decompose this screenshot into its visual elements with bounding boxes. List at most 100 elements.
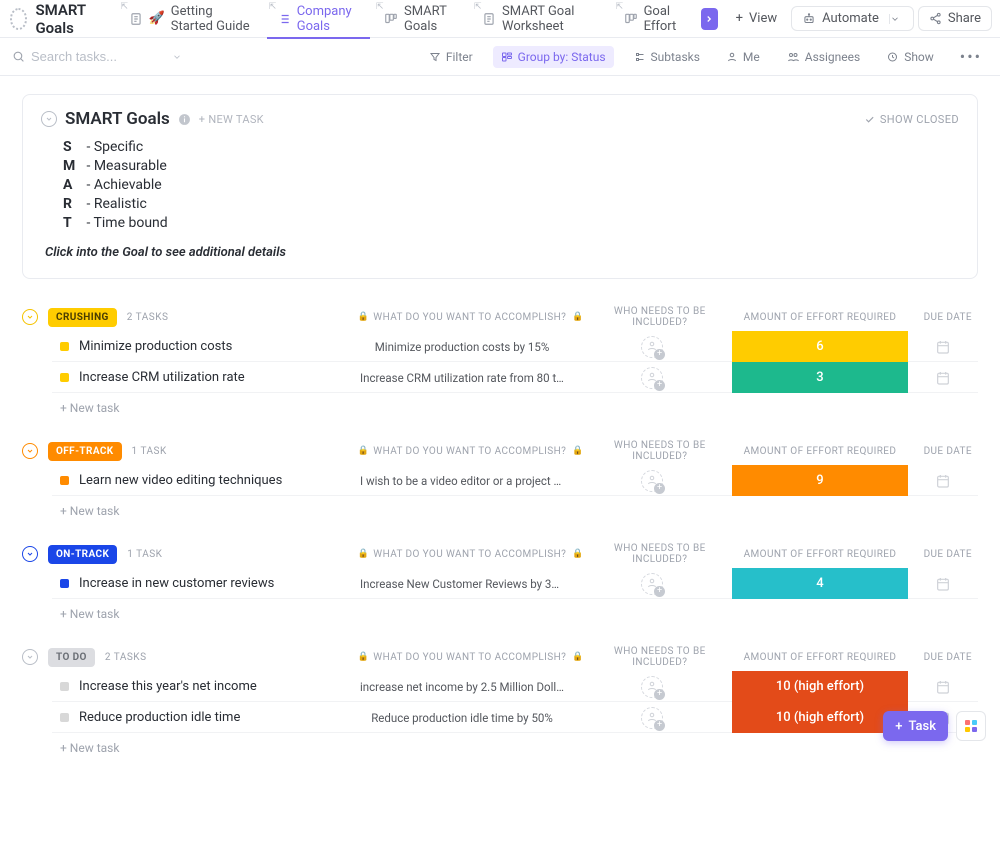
hub-icon [10,8,27,30]
tabs-overflow-button[interactable] [701,8,717,30]
label: Filter [446,50,473,64]
status-square-icon [60,373,69,382]
calendar-icon[interactable] [935,370,951,386]
effort-cell[interactable]: 10 (high effort) [732,702,908,733]
status-pill[interactable]: OFF-TRACK [48,442,122,461]
label: Subtasks [651,50,700,64]
add-task-button[interactable]: + New task [52,496,978,518]
show-closed-button[interactable]: SHOW CLOSED [864,113,959,126]
lock-icon: 🔒 [358,549,370,559]
lock-icon: 🔒 [358,312,370,322]
tab-goal-effort[interactable]: ⇱ Goal Effort [614,0,696,38]
lock-icon: 🔒 [572,446,584,456]
status-pill[interactable]: TO DO [48,648,95,667]
apps-fab[interactable] [956,711,986,741]
search-dropdown[interactable] [172,52,182,62]
task-name: Reduce production idle time [79,710,240,725]
tab-company-goals[interactable]: ⇱ Company Goals [267,0,370,38]
info-icon[interactable] [178,113,191,126]
pin-icon: ⇱ [121,2,129,12]
collapse-group-button[interactable] [22,309,38,325]
plus-icon: + [895,719,902,734]
new-task-fab[interactable]: + Task [883,711,948,741]
task-name: Increase CRM utilization rate [79,370,245,385]
task-row[interactable]: Increase in new customer reviews Increas… [52,568,978,599]
status-square-icon [60,342,69,351]
collapse-group-button[interactable] [22,546,38,562]
collapse-group-button[interactable] [22,443,38,459]
add-assignee-button[interactable] [641,470,663,492]
task-row[interactable]: Minimize production costs Minimize produ… [52,331,978,362]
group-ontrack: ON-TRACK 1 TASK 🔒WHAT DO YOU WANT TO ACC… [22,540,978,621]
label: Show [904,50,934,64]
add-assignee-button[interactable] [641,336,663,358]
pin-icon: ⇱ [376,2,384,12]
list-title: SMART Goals [65,109,170,129]
group-todo: TO DO 2 TASKS 🔒WHAT DO YOU WANT TO ACCOM… [22,643,978,755]
me-button[interactable]: Me [720,47,766,67]
rocket-icon: 🚀 [149,11,165,26]
add-assignee-button[interactable] [641,676,663,698]
automate-button[interactable]: Automate [791,6,914,31]
task-count: 1 TASK [127,549,162,560]
label: Assignees [805,50,860,64]
new-task-inline-button[interactable]: + NEW TASK [199,113,264,126]
calendar-icon[interactable] [935,576,951,592]
show-button[interactable]: Show [880,47,940,67]
board-icon [384,12,398,26]
task-row[interactable]: Reduce production idle time Reduce produ… [52,702,978,733]
task-row[interactable]: Learn new video editing techniques I wis… [52,465,978,496]
add-assignee-button[interactable] [641,573,663,595]
group-offtrack: OFF-TRACK 1 TASK 🔒WHAT DO YOU WANT TO AC… [22,437,978,518]
accomplish-cell: Increase New Customer Reviews by 30% Yea… [352,577,572,591]
lock-icon: 🔒 [358,652,370,662]
automate-dropdown[interactable] [889,14,911,24]
lock-icon: 🔒 [358,446,370,456]
more-button[interactable]: ••• [954,46,988,68]
task-count: 2 TASKS [127,312,169,323]
lock-icon: 🔒 [572,312,584,322]
search-icon [12,50,25,63]
add-assignee-button[interactable] [641,367,663,389]
subtasks-button[interactable]: Subtasks [628,47,706,67]
task-row[interactable]: Increase this year's net income increase… [52,671,978,702]
fab-wrap: + Task [883,711,986,741]
effort-cell[interactable]: 10 (high effort) [732,671,908,702]
collapse-list-button[interactable] [41,111,57,127]
search-input[interactable] [31,49,151,64]
status-square-icon [60,682,69,691]
add-assignee-button[interactable] [641,707,663,729]
add-view-button[interactable]: + View [726,7,788,30]
calendar-icon[interactable] [935,679,951,695]
assignees-button[interactable]: Assignees [780,47,866,67]
lock-icon: 🔒 [572,652,584,662]
task-row[interactable]: Increase CRM utilization rate Increase C… [52,362,978,393]
status-pill[interactable]: CRUSHING [48,308,117,327]
effort-cell[interactable]: 6 [732,331,908,362]
effort-cell[interactable]: 3 [732,362,908,393]
filter-button[interactable]: Filter [423,47,479,67]
add-task-button[interactable]: + New task [52,393,978,415]
filter-bar: Filter Group by: Status Subtasks Me Assi… [0,38,1000,76]
calendar-icon[interactable] [935,473,951,489]
tab-smart-worksheet[interactable]: ⇱ SMART Goal Worksheet [472,0,610,38]
status-pill[interactable]: ON-TRACK [48,545,117,564]
apps-icon [965,720,977,732]
add-task-button[interactable]: + New task [52,599,978,621]
label: Group by: Status [518,50,606,64]
accomplish-cell: increase net income by 2.5 Million Dolla… [352,680,572,694]
effort-cell[interactable]: 9 [732,465,908,496]
collapse-group-button[interactable] [22,649,38,665]
tab-smart-goals[interactable]: ⇱ SMART Goals [374,0,468,38]
top-tab-bar: SMART Goals ⇱ 🚀 Getting Started Guide ⇱ … [0,0,1000,38]
add-task-button[interactable]: + New task [52,733,978,755]
share-icon [929,12,942,25]
share-button[interactable]: Share [918,6,992,31]
label: Share [948,11,981,26]
tab-getting-started[interactable]: ⇱ 🚀 Getting Started Guide [119,0,263,38]
doc-icon [482,12,496,26]
groupby-button[interactable]: Group by: Status [493,46,614,68]
e ffort-cell[interactable]: 4 [732,568,908,599]
calendar-icon[interactable] [935,339,951,355]
tab-label: Company Goals [297,4,360,34]
